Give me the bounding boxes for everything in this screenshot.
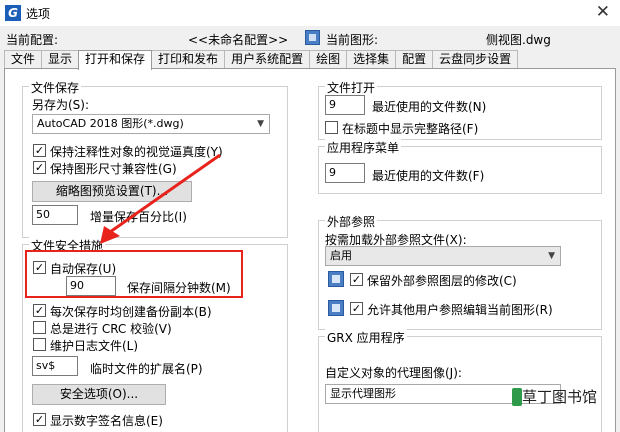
- xref-layer-icon: [328, 271, 344, 287]
- watermark-text: 草丁图书馆: [522, 388, 598, 406]
- retain-layer-label: 保留外部参照图层的修改(C): [367, 274, 517, 288]
- file-open-title: 文件打开: [325, 79, 378, 96]
- grx-title: GRX 应用程序: [325, 329, 407, 346]
- watermark: 草丁图书馆: [510, 386, 620, 408]
- app-menu-title: 应用程序菜单: [325, 139, 402, 156]
- demand-load-value: 启用: [330, 249, 352, 262]
- demand-load-dropdown[interactable]: 启用 ▼: [325, 246, 561, 266]
- allow-edit-label: 允许其他用户参照编辑当前图形(R): [367, 303, 553, 317]
- file-open-recent-input[interactable]: 9: [325, 95, 365, 115]
- fullpath-label: 在标题中显示完整路径(F): [342, 122, 479, 136]
- fullpath-checkbox[interactable]: [325, 121, 338, 134]
- tab-open-save[interactable]: 打开和保存: [78, 50, 153, 70]
- app-menu-recent-input[interactable]: 9: [325, 163, 365, 183]
- file-open-recent-label: 最近使用的文件数(N): [372, 100, 487, 114]
- proxy-image-label: 自定义对象的代理图像(J):: [325, 366, 462, 380]
- chevron-down-icon: ▼: [548, 251, 555, 261]
- xref-title: 外部参照: [325, 213, 378, 230]
- xref-edit-icon: [328, 300, 344, 316]
- watermark-logo-icon: [512, 388, 522, 406]
- allow-edit-checkbox[interactable]: ✓: [350, 302, 363, 315]
- proxy-image-value: 显示代理图形: [330, 387, 396, 400]
- retain-layer-checkbox[interactable]: ✓: [350, 273, 363, 286]
- app-menu-recent-label: 最近使用的文件数(F): [372, 169, 485, 183]
